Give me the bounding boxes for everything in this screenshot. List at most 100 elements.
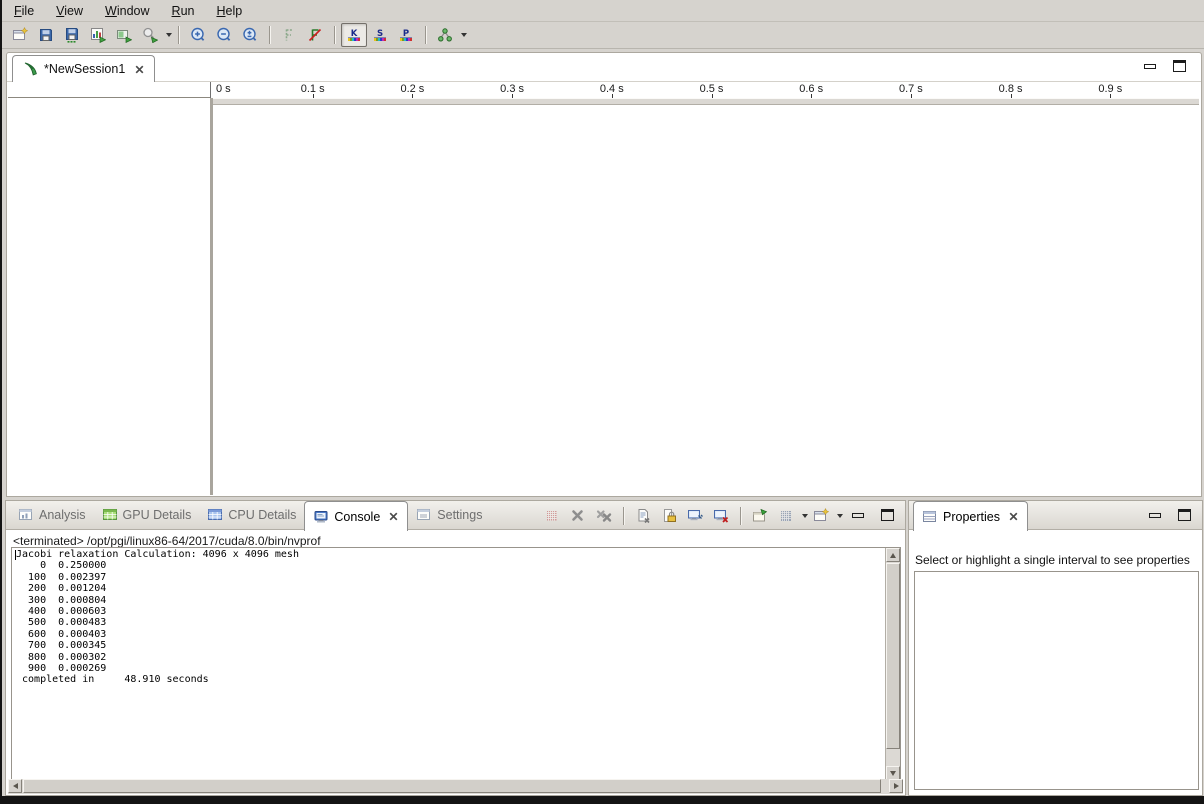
vertical-scroll-thumb[interactable] (886, 563, 900, 749)
menu-run[interactable]: Run (172, 4, 195, 18)
profile-application-button[interactable] (85, 23, 111, 47)
console-toolbar (539, 504, 843, 528)
save-all-icon (64, 27, 80, 43)
new-console-view-button[interactable] (808, 504, 834, 528)
zoom-fit-icon (242, 27, 258, 43)
console-line: 700 0.000345 (16, 640, 883, 651)
dither-square-icon (778, 508, 794, 524)
new-session-button[interactable] (7, 23, 33, 47)
generate-timeline-button[interactable] (111, 23, 137, 47)
zoom-in-button[interactable] (185, 23, 211, 47)
properties-tab-close-icon[interactable] (1008, 511, 1019, 522)
scroll-lock-button[interactable] (656, 504, 682, 528)
scroll-right-button[interactable] (889, 779, 903, 793)
menu-file[interactable]: File (14, 4, 34, 18)
console-maximize-button[interactable] (879, 509, 895, 523)
stream-coloring-button[interactable]: S (367, 23, 393, 47)
console-line: Jacobi relaxation Calculation: 4096 x 40… (16, 549, 883, 560)
window-run-icon (116, 27, 132, 43)
console-line: 800 0.000302 (16, 652, 883, 663)
open-console-button[interactable] (747, 504, 773, 528)
console-status-line: <terminated> /opt/pgi/linux86-64/2017/cu… (13, 534, 321, 548)
clear-console-button[interactable] (630, 504, 656, 528)
analysis-tree-button[interactable] (432, 23, 458, 47)
tab-gpu-details[interactable]: GPU Details (94, 501, 200, 529)
console-line: 300 0.000804 (16, 595, 883, 606)
console-line: 500 0.000483 (16, 617, 883, 628)
console-view: AnalysisGPU DetailsCPU Details Console Set… (5, 500, 906, 796)
letter-p-icon: P (398, 27, 414, 43)
zoom-in-icon (190, 27, 206, 43)
analysis-icon (18, 507, 34, 523)
process-coloring-button[interactable]: P (393, 23, 419, 47)
console-line: completed in 48.910 seconds (16, 674, 883, 685)
ruler-origin-line (210, 82, 211, 98)
tab-label: Console (334, 510, 380, 524)
console-line: 400 0.000603 (16, 606, 883, 617)
dropdown-caret-icon[interactable] (837, 514, 843, 518)
terminate-icon (544, 508, 560, 524)
console-text-area[interactable]: Jacobi relaxation Calculation: 4096 x 40… (11, 547, 901, 781)
save-button[interactable] (33, 23, 59, 47)
properties-window-buttons (1147, 509, 1192, 523)
menu-window[interactable]: Window (105, 4, 149, 18)
dropdown-caret-icon[interactable] (461, 33, 467, 37)
new-session-icon (12, 27, 28, 43)
console-vertical-scrollbar[interactable] (885, 548, 900, 780)
settings-icon (416, 507, 432, 523)
tab-cpu-details[interactable]: CPU Details (199, 501, 304, 529)
scroll-up-button[interactable] (886, 548, 900, 562)
timeline-view: *NewSession1 0 s0.1 s0.2 s0.3 s0.4 s0.5 … (6, 52, 1202, 497)
toolbar-separator (178, 26, 179, 44)
remove-x-icon (570, 508, 586, 524)
scroll-down-button[interactable] (886, 766, 900, 780)
timeline-canvas[interactable] (213, 105, 1200, 495)
new-view-icon (813, 508, 829, 524)
remove-launch-button[interactable] (565, 504, 591, 528)
properties-maximize-button[interactable] (1176, 509, 1192, 523)
tab-close-icon[interactable] (388, 511, 399, 522)
terminate-button[interactable] (539, 504, 565, 528)
console-line: 0 0.250000 (16, 560, 883, 571)
tab-analysis[interactable]: Analysis (10, 501, 94, 529)
toolbar-separator (425, 26, 426, 44)
timeline-ruler[interactable]: 0 s0.1 s0.2 s0.3 s0.4 s0.5 s0.6 s0.7 s0.… (7, 82, 1200, 98)
letter-s-icon: S (372, 27, 388, 43)
gpu-details-icon (102, 507, 118, 523)
maximize-button[interactable] (1171, 60, 1187, 74)
console-icon (313, 509, 329, 525)
scroll-lock-icon (661, 508, 677, 524)
console-minimize-button[interactable] (850, 509, 866, 523)
menu-view[interactable]: View (56, 4, 83, 18)
zoom-out-button[interactable] (211, 23, 237, 47)
scroll-left-button[interactable] (8, 779, 22, 793)
session-tab[interactable]: *NewSession1 (12, 55, 155, 82)
properties-minimize-button[interactable] (1147, 509, 1163, 523)
timeline-row-labels-panel (8, 98, 210, 495)
clear-marks-button[interactable] (302, 23, 328, 47)
examine-values-button[interactable] (137, 23, 163, 47)
kernel-coloring-button[interactable]: K (341, 23, 367, 47)
dropdown-caret-icon[interactable] (166, 33, 172, 37)
save-all-button[interactable] (59, 23, 85, 47)
toolbar-separator (623, 507, 624, 525)
display-console-button[interactable] (773, 504, 799, 528)
tab-settings[interactable]: Settings (408, 501, 490, 529)
properties-icon (922, 509, 938, 525)
zoom-fit-button[interactable] (237, 23, 263, 47)
minimize-button[interactable] (1142, 60, 1158, 74)
session-tab-close-icon[interactable] (134, 64, 145, 75)
menu-help[interactable]: Help (216, 4, 242, 18)
tab-properties[interactable]: Properties (913, 501, 1028, 531)
tab-console[interactable]: Console (304, 501, 408, 531)
horizontal-scroll-thumb[interactable] (23, 779, 881, 793)
menu-bar: File View Window Run Help (2, 0, 1204, 22)
console-output[interactable]: Jacobi relaxation Calculation: 4096 x 40… (16, 549, 883, 779)
nvvp-session-icon (22, 61, 38, 77)
pin-console-button[interactable] (682, 504, 708, 528)
display-selected-console-button[interactable] (708, 504, 734, 528)
timeline-header-strip (213, 98, 1199, 105)
console-horizontal-scrollbar[interactable] (8, 779, 903, 794)
mark-region-button[interactable] (276, 23, 302, 47)
remove-all-launches-button[interactable] (591, 504, 617, 528)
